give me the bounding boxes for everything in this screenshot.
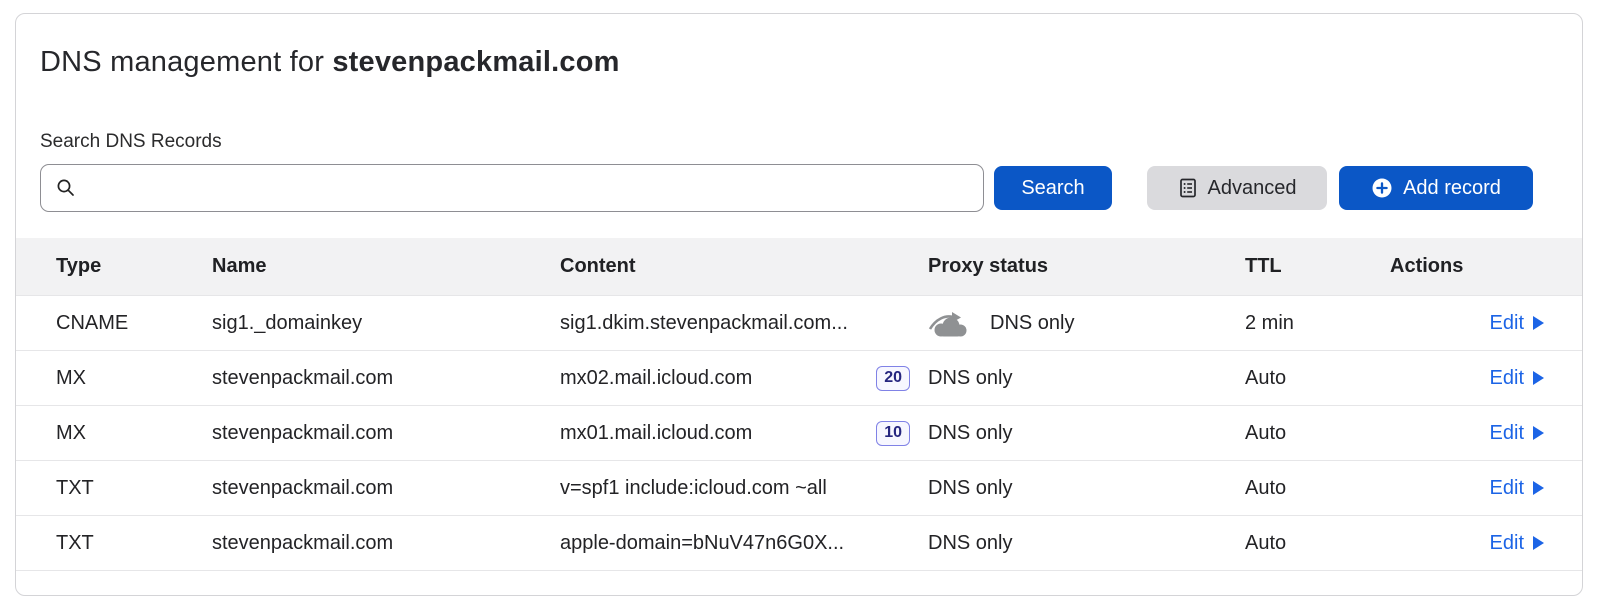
advanced-button-label: Advanced — [1208, 177, 1297, 200]
add-record-button[interactable]: Add record — [1339, 166, 1533, 210]
search-button[interactable]: Search — [994, 166, 1112, 210]
name-cell: stevenpackmail.com — [212, 532, 560, 555]
table-row: MX stevenpackmail.com mx01.mail.icloud.c… — [16, 406, 1582, 461]
advanced-button[interactable]: Advanced — [1147, 166, 1327, 210]
ttl-cell: Auto — [1245, 532, 1390, 555]
table-row: TXT stevenpackmail.com apple-domain=bNuV… — [16, 516, 1582, 571]
proxy-status-label: DNS only — [928, 477, 1012, 500]
proxy-status-label: DNS only — [928, 532, 1012, 555]
type-cell: MX — [56, 422, 212, 445]
search-label: Search DNS Records — [40, 131, 1558, 153]
content-cell: mx01.mail.icloud.com — [560, 422, 752, 445]
table-row: MX stevenpackmail.com mx02.mail.icloud.c… — [16, 351, 1582, 406]
ttl-cell: 2 min — [1245, 312, 1390, 335]
advanced-list-icon — [1178, 177, 1198, 199]
type-cell: TXT — [56, 532, 212, 555]
edit-arrow-icon — [1533, 371, 1544, 385]
domain-name: stevenpackmail.com — [332, 46, 619, 78]
edit-label: Edit — [1490, 477, 1524, 500]
page-title-prefix: DNS management for — [40, 46, 332, 78]
plus-circle-icon — [1371, 177, 1393, 199]
mx-priority-badge: 10 — [876, 421, 910, 446]
proxy-status-cell: DNS only — [928, 532, 1245, 555]
edit-link[interactable]: Edit — [1490, 422, 1544, 445]
dns-management-card: DNS management for stevenpackmail.com Se… — [15, 13, 1583, 596]
edit-link[interactable]: Edit — [1490, 532, 1544, 555]
column-header-actions: Actions — [1390, 255, 1582, 278]
column-header-ttl: TTL — [1245, 255, 1390, 278]
column-header-type: Type — [56, 255, 212, 278]
proxy-status-cell: DNS only — [928, 367, 1245, 390]
column-header-name: Name — [212, 255, 560, 278]
proxy-status-cell: DNS only — [928, 308, 1245, 338]
page-title: DNS management for stevenpackmail.com — [40, 46, 1558, 79]
edit-arrow-icon — [1533, 536, 1544, 550]
search-icon — [55, 177, 77, 199]
mx-priority-badge: 20 — [876, 366, 910, 391]
column-header-content: Content — [560, 255, 928, 278]
content-cell: apple-domain=bNuV47n6G0X... — [560, 532, 844, 555]
edit-link[interactable]: Edit — [1490, 312, 1544, 335]
edit-arrow-icon — [1533, 426, 1544, 440]
add-record-button-label: Add record — [1403, 177, 1501, 200]
type-cell: MX — [56, 367, 212, 390]
proxy-status-label: DNS only — [928, 367, 1012, 390]
table-row: CNAME sig1._domainkey sig1.dkim.stevenpa… — [16, 296, 1582, 351]
search-input[interactable] — [40, 164, 984, 212]
name-cell: stevenpackmail.com — [212, 367, 560, 390]
edit-label: Edit — [1490, 312, 1524, 335]
table-row: TXT stevenpackmail.com v=spf1 include:ic… — [16, 461, 1582, 516]
dns-records-table: Type Name Content Proxy status TTL Actio… — [16, 238, 1582, 571]
type-cell: TXT — [56, 477, 212, 500]
edit-arrow-icon — [1533, 481, 1544, 495]
dns-only-cloud-icon — [928, 308, 974, 338]
proxy-status-cell: DNS only — [928, 422, 1245, 445]
edit-link[interactable]: Edit — [1490, 477, 1544, 500]
table-header-row: Type Name Content Proxy status TTL Actio… — [16, 238, 1582, 296]
ttl-cell: Auto — [1245, 477, 1390, 500]
edit-link[interactable]: Edit — [1490, 367, 1544, 390]
proxy-status-label: DNS only — [990, 312, 1074, 335]
name-cell: stevenpackmail.com — [212, 477, 560, 500]
edit-arrow-icon — [1533, 316, 1544, 330]
content-cell: mx02.mail.icloud.com — [560, 367, 752, 390]
edit-label: Edit — [1490, 532, 1524, 555]
ttl-cell: Auto — [1245, 367, 1390, 390]
name-cell: sig1._domainkey — [212, 312, 560, 335]
edit-label: Edit — [1490, 367, 1524, 390]
search-box — [40, 164, 984, 212]
content-cell: v=spf1 include:icloud.com ~all — [560, 477, 827, 500]
column-header-proxy-status: Proxy status — [928, 255, 1245, 278]
controls-row: Search Advanced A — [40, 164, 1558, 212]
ttl-cell: Auto — [1245, 422, 1390, 445]
content-cell: sig1.dkim.stevenpackmail.com... — [560, 312, 848, 335]
name-cell: stevenpackmail.com — [212, 422, 560, 445]
proxy-status-cell: DNS only — [928, 477, 1245, 500]
edit-label: Edit — [1490, 422, 1524, 445]
type-cell: CNAME — [56, 312, 212, 335]
proxy-status-label: DNS only — [928, 422, 1012, 445]
